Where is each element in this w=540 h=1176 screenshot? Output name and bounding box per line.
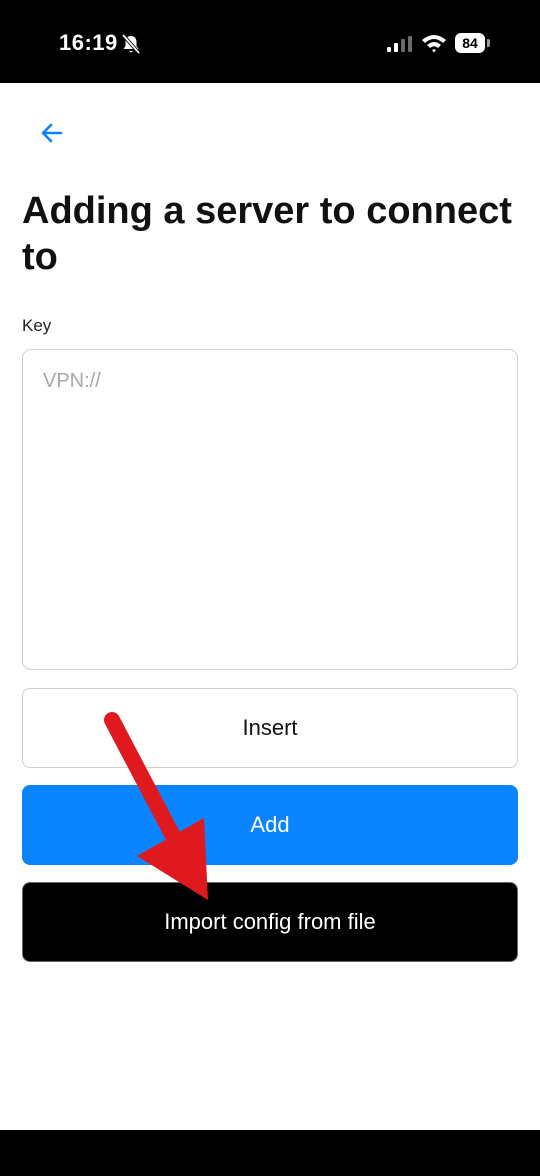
import-config-button[interactable]: Import config from file — [22, 882, 518, 962]
battery-indicator: 84 — [455, 33, 485, 53]
bell-muted-icon — [121, 33, 141, 55]
status-bar: 16:19 84 — [0, 0, 540, 83]
insert-button[interactable]: Insert — [22, 688, 518, 768]
add-button[interactable]: Add — [22, 785, 518, 865]
insert-button-label: Insert — [242, 715, 298, 740]
wifi-icon — [422, 35, 446, 53]
page-title: Adding a server to connect to — [22, 190, 512, 278]
battery-cap — [487, 39, 490, 47]
key-input[interactable] — [22, 349, 518, 670]
cellular-signal-icon — [387, 36, 412, 52]
import-config-button-label: Import config from file — [164, 909, 376, 934]
back-arrow-icon[interactable] — [36, 117, 68, 149]
status-time: 16:19 — [59, 30, 118, 55]
add-button-label: Add — [250, 812, 290, 837]
key-label: Key — [22, 316, 52, 335]
bottom-bar — [0, 1130, 540, 1176]
